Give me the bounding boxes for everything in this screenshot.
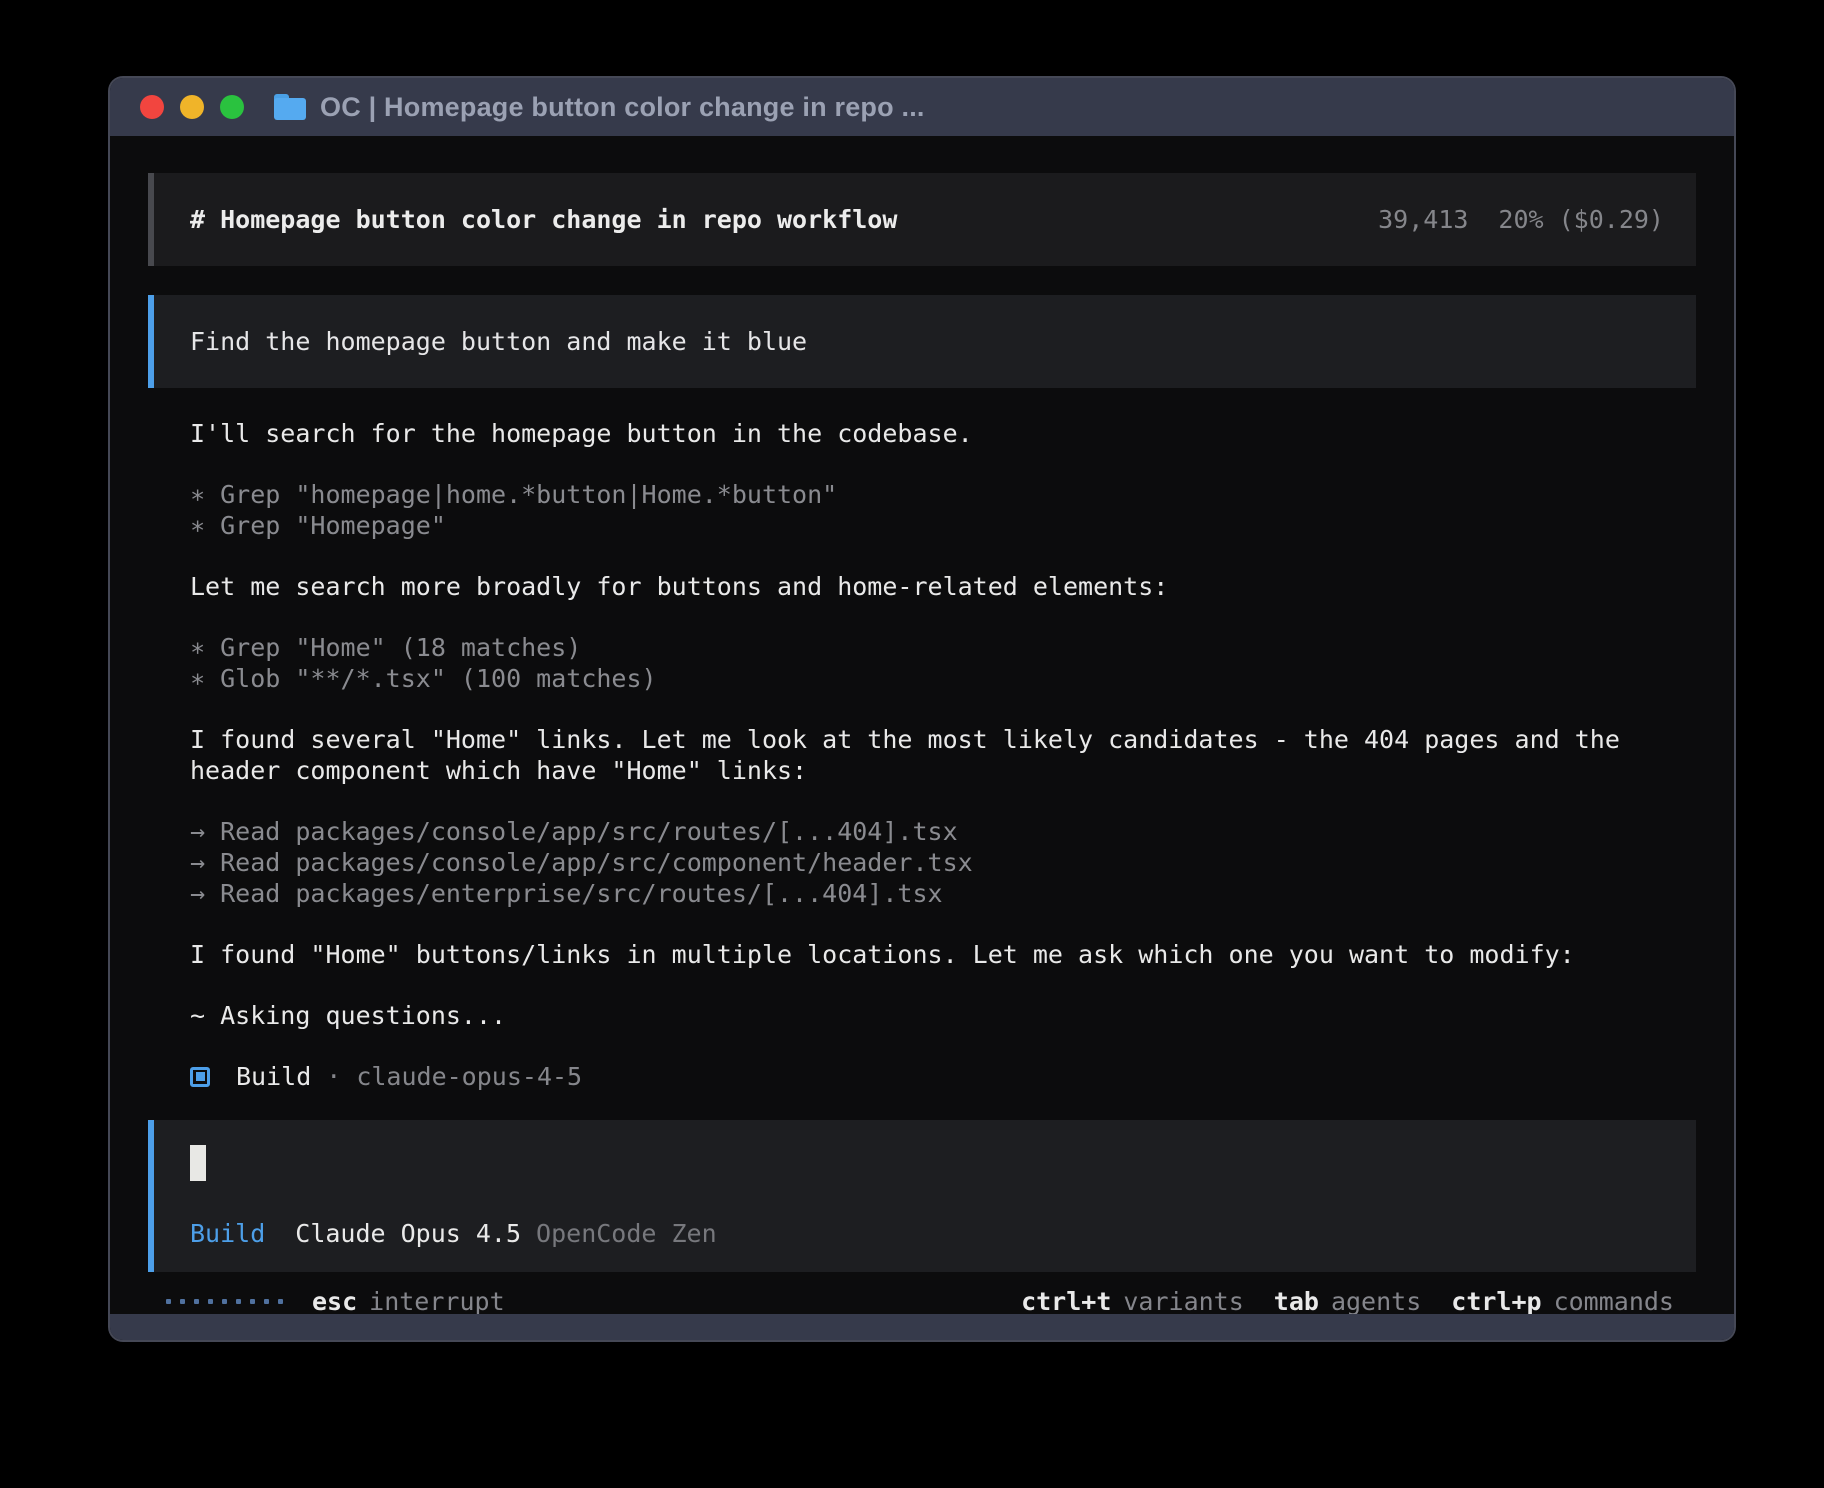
spinner-dot [194,1299,199,1304]
working-status: ~ Asking questions... [190,1000,1696,1031]
input-model[interactable]: Claude Opus 4.5 [295,1218,521,1249]
tool-calls: ∗ Grep "homepage|home.*button|Home.*butt… [190,479,1696,541]
close-button[interactable] [140,95,164,119]
model-id: claude-opus-4-5 [356,1061,582,1092]
app-window: OC | Homepage button color change in rep… [110,78,1734,1340]
titlebar[interactable]: OC | Homepage button color change in rep… [110,78,1734,136]
spinner-dot [208,1299,213,1304]
shortcut-label: agents [1331,1286,1421,1314]
assistant-text: Let me search more broadly for buttons a… [190,571,1696,602]
dot-separator: · [326,1061,341,1092]
session-title: # Homepage button color change in repo w… [190,204,897,235]
shortcut-agents: tab agents [1274,1286,1421,1314]
spinner-dot [250,1299,255,1304]
spinner-dot [166,1299,171,1304]
token-count: 39,413 [1378,204,1468,235]
tool-call: ∗ Grep "homepage|home.*button|Home.*butt… [190,479,1696,510]
zoom-button[interactable] [220,95,244,119]
statusbar-left: esc interrupt [166,1286,505,1314]
tool-call: → Read packages/enterprise/src/routes/[.… [190,878,1696,909]
statusbar-right: ctrl+t variants tab agents ctrl+p comman… [1021,1286,1674,1314]
tool-calls: → Read packages/console/app/src/routes/[… [190,816,1696,909]
agent-icon [190,1067,210,1087]
minimize-button[interactable] [180,95,204,119]
shortcut-interrupt: esc interrupt [312,1286,505,1314]
spinner-dot [222,1299,227,1304]
assistant-text: I'll search for the homepage button in t… [190,418,1696,449]
input-agent[interactable]: Build [190,1218,265,1249]
prompt-input[interactable]: Build Claude Opus 4.5 OpenCode Zen [148,1120,1696,1272]
shortcut-variants: ctrl+t variants [1021,1286,1244,1314]
window-footer [110,1314,1734,1340]
shortcut-key: esc [312,1286,357,1314]
spinner-dot [236,1299,241,1304]
shortcut-label: commands [1554,1286,1674,1314]
assistant-text: I found several "Home" links. Let me loo… [190,724,1696,786]
tool-call: → Read packages/console/app/src/routes/[… [190,816,1696,847]
assistant-transcript: I'll search for the homepage button in t… [148,418,1696,1092]
terminal-content: # Homepage button color change in repo w… [110,136,1734,1314]
session-stats: 39,413 20% ($0.29) [1378,204,1664,235]
shortcut-key: ctrl+p [1451,1286,1541,1314]
session-header: # Homepage button color change in repo w… [148,173,1696,266]
input-provider: OpenCode Zen [536,1218,717,1249]
tool-call: ∗ Glob "**/*.tsx" (100 matches) [190,663,1696,694]
shortcut-key: ctrl+t [1021,1286,1111,1314]
context-cost: 20% ($0.29) [1498,204,1664,235]
shortcut-label: variants [1123,1286,1243,1314]
tool-call: → Read packages/console/app/src/componen… [190,847,1696,878]
user-message: Find the homepage button and make it blu… [148,295,1696,388]
shortcut-label: interrupt [369,1286,504,1314]
tool-call: ∗ Grep "Home" (18 matches) [190,632,1696,663]
shortcut-key: tab [1274,1286,1319,1314]
statusbar: esc interrupt ctrl+t variants tab agents… [148,1286,1696,1314]
tool-calls: ∗ Grep "Home" (18 matches) ∗ Glob "**/*.… [190,632,1696,694]
spinner-dot [264,1299,269,1304]
assistant-text: I found "Home" buttons/links in multiple… [190,939,1696,970]
tool-call: ∗ Grep "Homepage" [190,510,1696,541]
agent-status-row: Build · claude-opus-4-5 [190,1061,1696,1092]
agent-name: Build [236,1061,311,1092]
user-message-text: Find the homepage button and make it blu… [190,327,807,356]
spinner-dots [166,1299,283,1304]
spinner-dot [278,1299,283,1304]
folder-icon [274,94,306,120]
shortcut-commands: ctrl+p commands [1451,1286,1674,1314]
input-meta: Build Claude Opus 4.5 OpenCode Zen [190,1218,1664,1249]
text-cursor [190,1145,206,1181]
spinner-dot [180,1299,185,1304]
window-title: OC | Homepage button color change in rep… [320,92,925,123]
